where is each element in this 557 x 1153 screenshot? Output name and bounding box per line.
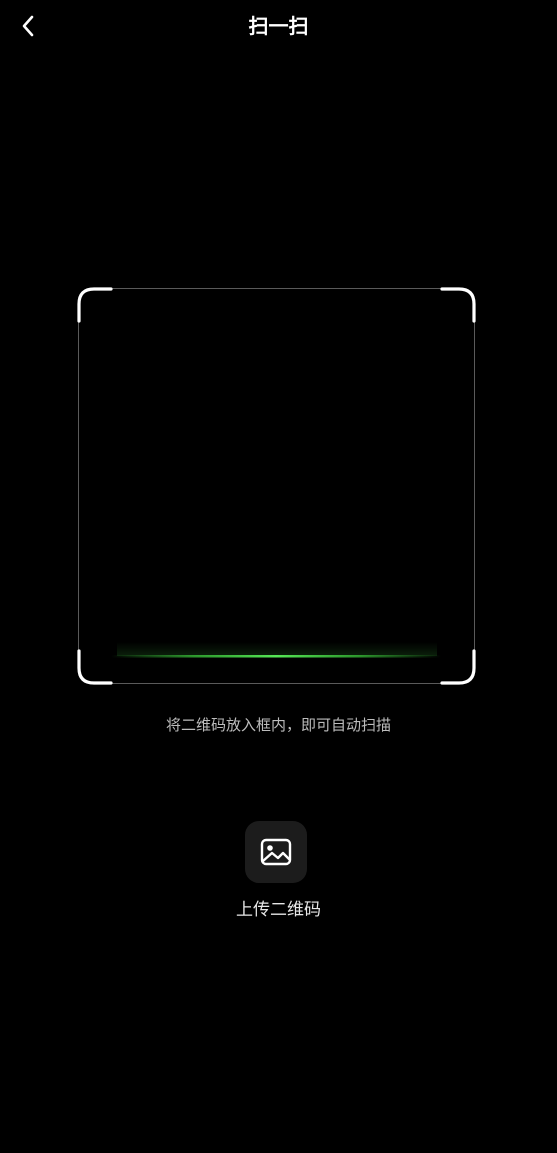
scan-frame bbox=[77, 287, 476, 685]
corner-top-right bbox=[440, 287, 476, 323]
image-icon bbox=[260, 838, 292, 866]
page-title: 扫一扫 bbox=[248, 14, 309, 38]
header-bar: 扫一扫 bbox=[0, 0, 557, 54]
scan-line bbox=[111, 655, 441, 658]
scan-frame-graphic bbox=[77, 287, 476, 685]
corner-bottom-left bbox=[77, 649, 113, 685]
scan-line-glow bbox=[117, 642, 437, 656]
corner-top-left bbox=[77, 287, 113, 323]
corner-bottom-right bbox=[440, 649, 476, 685]
upload-qr-label[interactable]: 上传二维码 bbox=[0, 898, 557, 922]
scan-hint-text: 将二维码放入框内，即可自动扫描 bbox=[165, 716, 391, 734]
upload-qr-button[interactable] bbox=[245, 821, 307, 883]
frame-border bbox=[78, 288, 475, 684]
